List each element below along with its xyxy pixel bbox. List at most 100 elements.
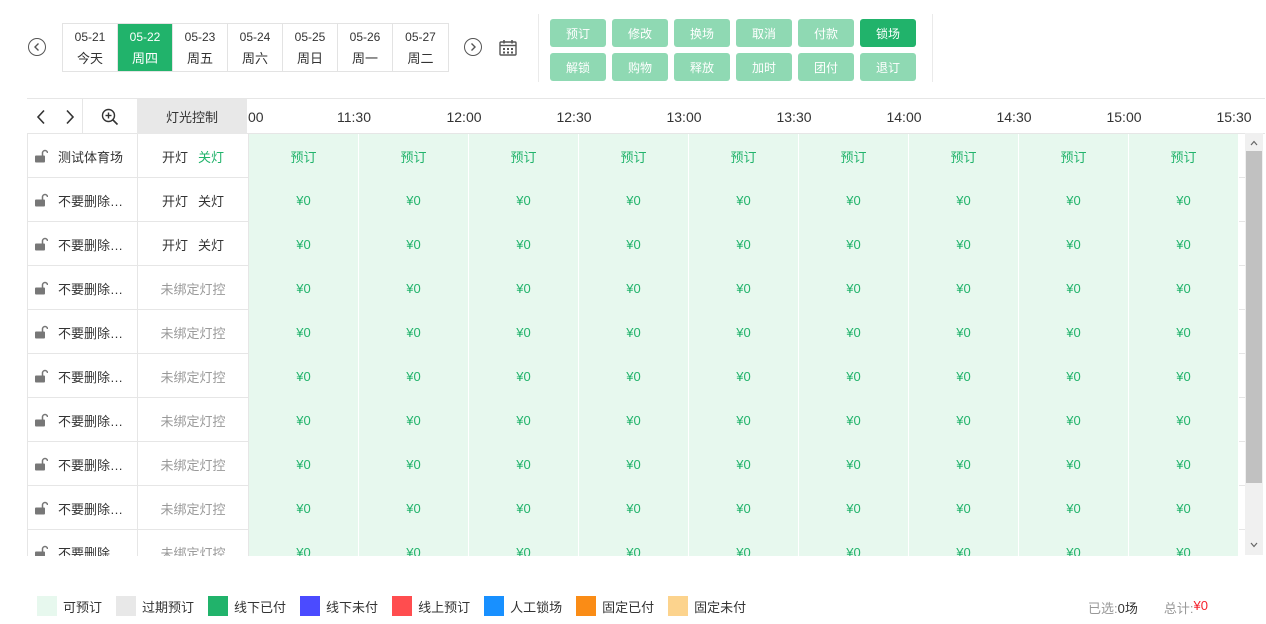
date-tab-05-21[interactable]: 05-21 今天 (63, 24, 118, 71)
time-slot[interactable]: 预订 (1019, 134, 1129, 178)
time-slot[interactable]: ¥0 (1129, 354, 1239, 398)
time-slot[interactable]: ¥0 (1019, 310, 1129, 354)
time-slot[interactable]: 预订 (689, 134, 799, 178)
scroll-right-button[interactable] (56, 99, 84, 134)
action-button-11[interactable]: 退订 (860, 53, 916, 81)
time-slot[interactable]: ¥0 (1129, 486, 1239, 530)
time-slot[interactable]: ¥0 (799, 178, 909, 222)
time-slot[interactable]: ¥0 (909, 442, 1019, 486)
time-slot[interactable]: ¥0 (249, 530, 359, 556)
light-off-button[interactable]: 关灯 (198, 235, 224, 254)
date-tab-05-24[interactable]: 05-24 周六 (228, 24, 283, 71)
time-slot[interactable]: ¥0 (799, 266, 909, 310)
time-slot[interactable]: ¥0 (359, 178, 469, 222)
time-slot[interactable]: 预订 (579, 134, 689, 178)
time-slot[interactable]: ¥0 (469, 178, 579, 222)
light-off-button[interactable]: 关灯 (198, 147, 224, 166)
date-tab-05-23[interactable]: 05-23 周五 (173, 24, 228, 71)
time-slot[interactable]: ¥0 (909, 354, 1019, 398)
time-slot[interactable]: ¥0 (249, 178, 359, 222)
time-slot[interactable]: ¥0 (799, 398, 909, 442)
time-slot[interactable]: ¥0 (1019, 354, 1129, 398)
unlock-icon[interactable] (34, 545, 49, 556)
time-slot[interactable]: 预订 (249, 134, 359, 178)
time-slot[interactable]: ¥0 (1129, 222, 1239, 266)
time-slot[interactable]: ¥0 (909, 530, 1019, 556)
time-slot[interactable]: ¥0 (689, 486, 799, 530)
time-slot[interactable]: 预订 (909, 134, 1019, 178)
time-slot[interactable]: ¥0 (359, 530, 469, 556)
action-button-9[interactable]: 加时 (736, 53, 792, 81)
action-button-0[interactable]: 预订 (550, 19, 606, 47)
light-off-button[interactable]: 关灯 (198, 191, 224, 210)
scroll-down-arrow[interactable] (1245, 537, 1263, 553)
time-slot[interactable]: ¥0 (579, 530, 689, 556)
time-slot[interactable]: 预订 (469, 134, 579, 178)
time-slot[interactable]: ¥0 (909, 266, 1019, 310)
calendar-icon[interactable] (499, 39, 517, 56)
time-slot[interactable]: ¥0 (1019, 266, 1129, 310)
unlock-icon[interactable] (34, 325, 49, 339)
time-slot[interactable]: ¥0 (359, 486, 469, 530)
time-slot[interactable]: ¥0 (909, 310, 1019, 354)
time-slot[interactable]: ¥0 (359, 222, 469, 266)
unlock-icon[interactable] (34, 149, 49, 163)
time-slot[interactable]: ¥0 (1129, 310, 1239, 354)
time-slot[interactable]: ¥0 (469, 442, 579, 486)
unlock-icon[interactable] (34, 413, 49, 427)
time-slot[interactable]: ¥0 (1129, 266, 1239, 310)
action-button-4[interactable]: 付款 (798, 19, 854, 47)
date-tab-05-22[interactable]: 05-22 周四 (118, 24, 173, 71)
time-slot[interactable]: ¥0 (469, 354, 579, 398)
time-slot[interactable]: ¥0 (909, 222, 1019, 266)
time-slot[interactable]: ¥0 (249, 222, 359, 266)
time-slot[interactable]: ¥0 (579, 442, 689, 486)
light-on-button[interactable]: 开灯 (162, 191, 188, 210)
unlock-icon[interactable] (34, 193, 49, 207)
time-slot[interactable]: ¥0 (469, 486, 579, 530)
time-slot[interactable]: ¥0 (689, 530, 799, 556)
time-slot[interactable]: ¥0 (579, 486, 689, 530)
time-slot[interactable]: ¥0 (1019, 398, 1129, 442)
time-slot[interactable]: ¥0 (799, 310, 909, 354)
action-button-1[interactable]: 修改 (612, 19, 668, 47)
light-on-button[interactable]: 开灯 (162, 235, 188, 254)
time-slot[interactable]: ¥0 (579, 398, 689, 442)
time-slot[interactable]: ¥0 (1129, 398, 1239, 442)
time-slot[interactable]: ¥0 (1019, 530, 1129, 556)
time-slot[interactable]: ¥0 (689, 398, 799, 442)
time-slot[interactable]: ¥0 (799, 442, 909, 486)
time-slot[interactable]: ¥0 (249, 442, 359, 486)
unlock-icon[interactable] (34, 237, 49, 251)
unlock-icon[interactable] (34, 281, 49, 295)
time-slot[interactable]: ¥0 (359, 442, 469, 486)
time-slot[interactable]: ¥0 (579, 266, 689, 310)
time-slot[interactable]: ¥0 (1019, 486, 1129, 530)
time-slot[interactable]: ¥0 (1129, 442, 1239, 486)
date-tab-05-26[interactable]: 05-26 周一 (338, 24, 393, 71)
time-slot[interactable]: 预订 (359, 134, 469, 178)
action-button-8[interactable]: 释放 (674, 53, 730, 81)
time-slot[interactable]: 预订 (799, 134, 909, 178)
time-slot[interactable]: ¥0 (689, 222, 799, 266)
action-button-5[interactable]: 锁场 (860, 19, 916, 47)
next-week-button[interactable] (464, 38, 482, 56)
time-slot[interactable]: ¥0 (249, 354, 359, 398)
time-slot[interactable]: ¥0 (469, 310, 579, 354)
time-slot[interactable]: ¥0 (359, 398, 469, 442)
vertical-scrollbar[interactable] (1245, 133, 1263, 555)
date-tab-05-25[interactable]: 05-25 周日 (283, 24, 338, 71)
time-slot[interactable]: ¥0 (359, 310, 469, 354)
time-slot[interactable]: ¥0 (359, 266, 469, 310)
time-slot[interactable]: ¥0 (689, 266, 799, 310)
time-slot[interactable]: ¥0 (249, 266, 359, 310)
time-slot[interactable]: ¥0 (909, 486, 1019, 530)
time-slot[interactable]: ¥0 (249, 486, 359, 530)
time-slot[interactable]: ¥0 (689, 442, 799, 486)
time-slot[interactable]: 预订 (1129, 134, 1239, 178)
action-button-10[interactable]: 团付 (798, 53, 854, 81)
time-slot[interactable]: ¥0 (579, 310, 689, 354)
time-slot[interactable]: ¥0 (1019, 222, 1129, 266)
scroll-left-button[interactable] (27, 99, 55, 134)
unlock-icon[interactable] (34, 369, 49, 383)
